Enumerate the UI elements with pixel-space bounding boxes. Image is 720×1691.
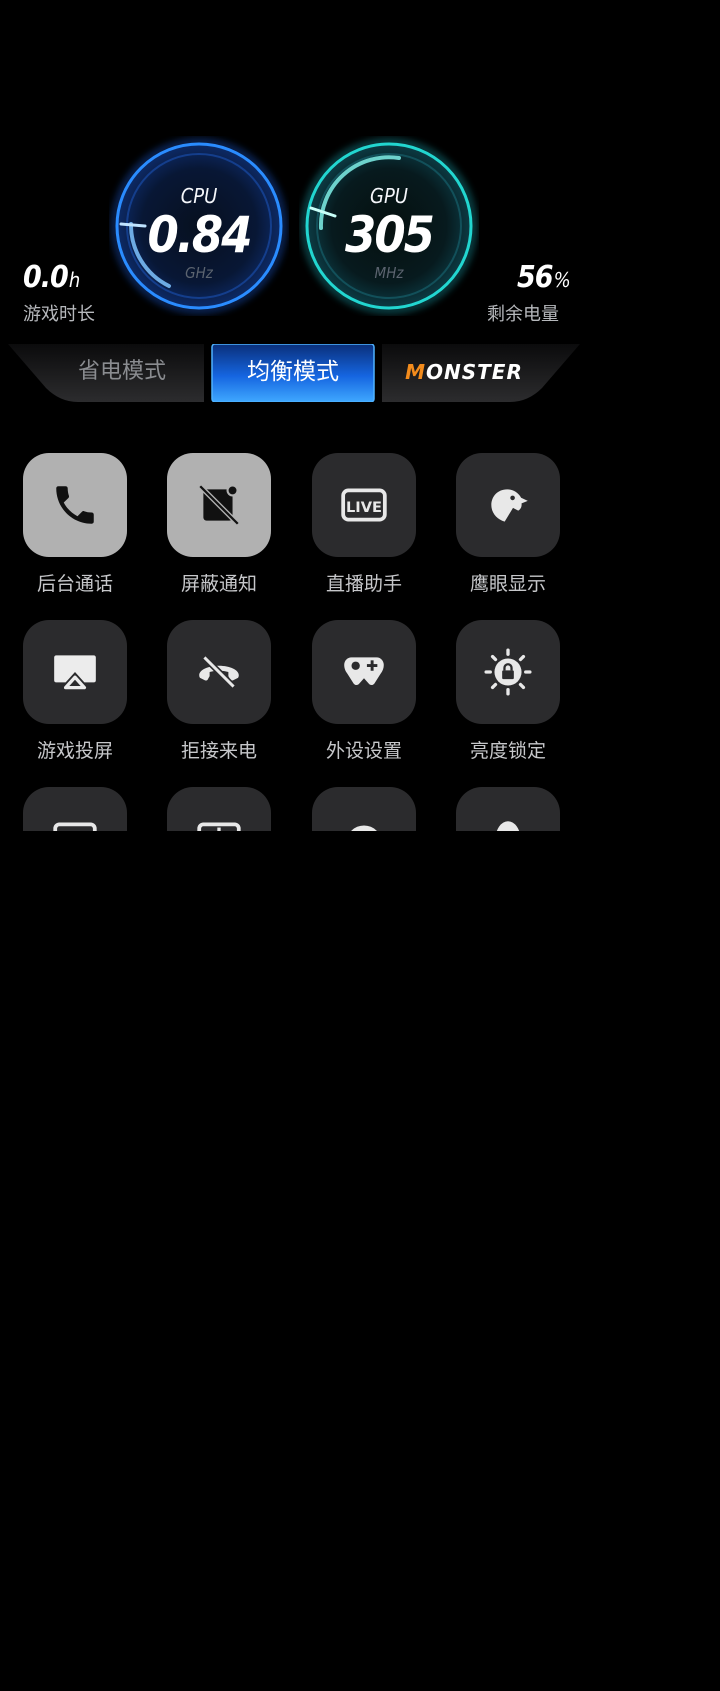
game-face-icon xyxy=(351,825,377,831)
peripheral-settings-button[interactable] xyxy=(312,620,416,724)
brightness-lock-button[interactable] xyxy=(456,620,560,724)
gamepad-icon xyxy=(344,657,384,686)
eagle-icon xyxy=(491,489,528,522)
record-button[interactable] xyxy=(167,787,271,831)
svg-text:LIVE: LIVE xyxy=(346,499,382,516)
game-screen-cast-button[interactable] xyxy=(23,620,127,724)
tool-label: 拒接来电 xyxy=(180,740,257,762)
tool-label: 游戏投屏 xyxy=(36,740,113,762)
person-button[interactable] xyxy=(456,787,560,831)
reject-call-icon xyxy=(199,655,239,689)
live-icon: LIVE xyxy=(341,488,387,522)
eagle-eye-display-button[interactable] xyxy=(456,453,560,557)
screenshot-button[interactable] xyxy=(23,787,127,831)
screen-cast-icon xyxy=(54,655,96,690)
tool-label: 鹰眼显示 xyxy=(469,573,546,595)
reject-call-button[interactable] xyxy=(167,620,271,724)
screenshot-icon xyxy=(53,822,97,831)
tool-label: 屏蔽通知 xyxy=(180,573,257,595)
background-call-button[interactable] xyxy=(23,453,127,557)
block-notification-icon xyxy=(198,484,240,526)
tool-label: 后台通话 xyxy=(36,573,113,595)
tool-grid: 后台通话 屏蔽通知 LIVE 直播助手 鹰眼显示 游戏投屏 拒接来电 外设设置 … xyxy=(0,0,720,831)
block-notification-button[interactable] xyxy=(167,453,271,557)
game-face-button[interactable] xyxy=(312,787,416,831)
game-assistant-panel: CPU 0.84 GHz GPU 305 MHz 0.0h 游戏时长 56% 剩… xyxy=(0,0,720,1691)
person-icon xyxy=(496,821,520,831)
brightness-lock-icon xyxy=(484,648,532,696)
tool-label: 外设设置 xyxy=(325,740,402,762)
tool-label: 亮度锁定 xyxy=(469,740,546,762)
phone-icon xyxy=(56,486,94,524)
live-assistant-button[interactable]: LIVE xyxy=(312,453,416,557)
tool-label: 直播助手 xyxy=(325,573,402,595)
record-icon xyxy=(197,822,241,831)
